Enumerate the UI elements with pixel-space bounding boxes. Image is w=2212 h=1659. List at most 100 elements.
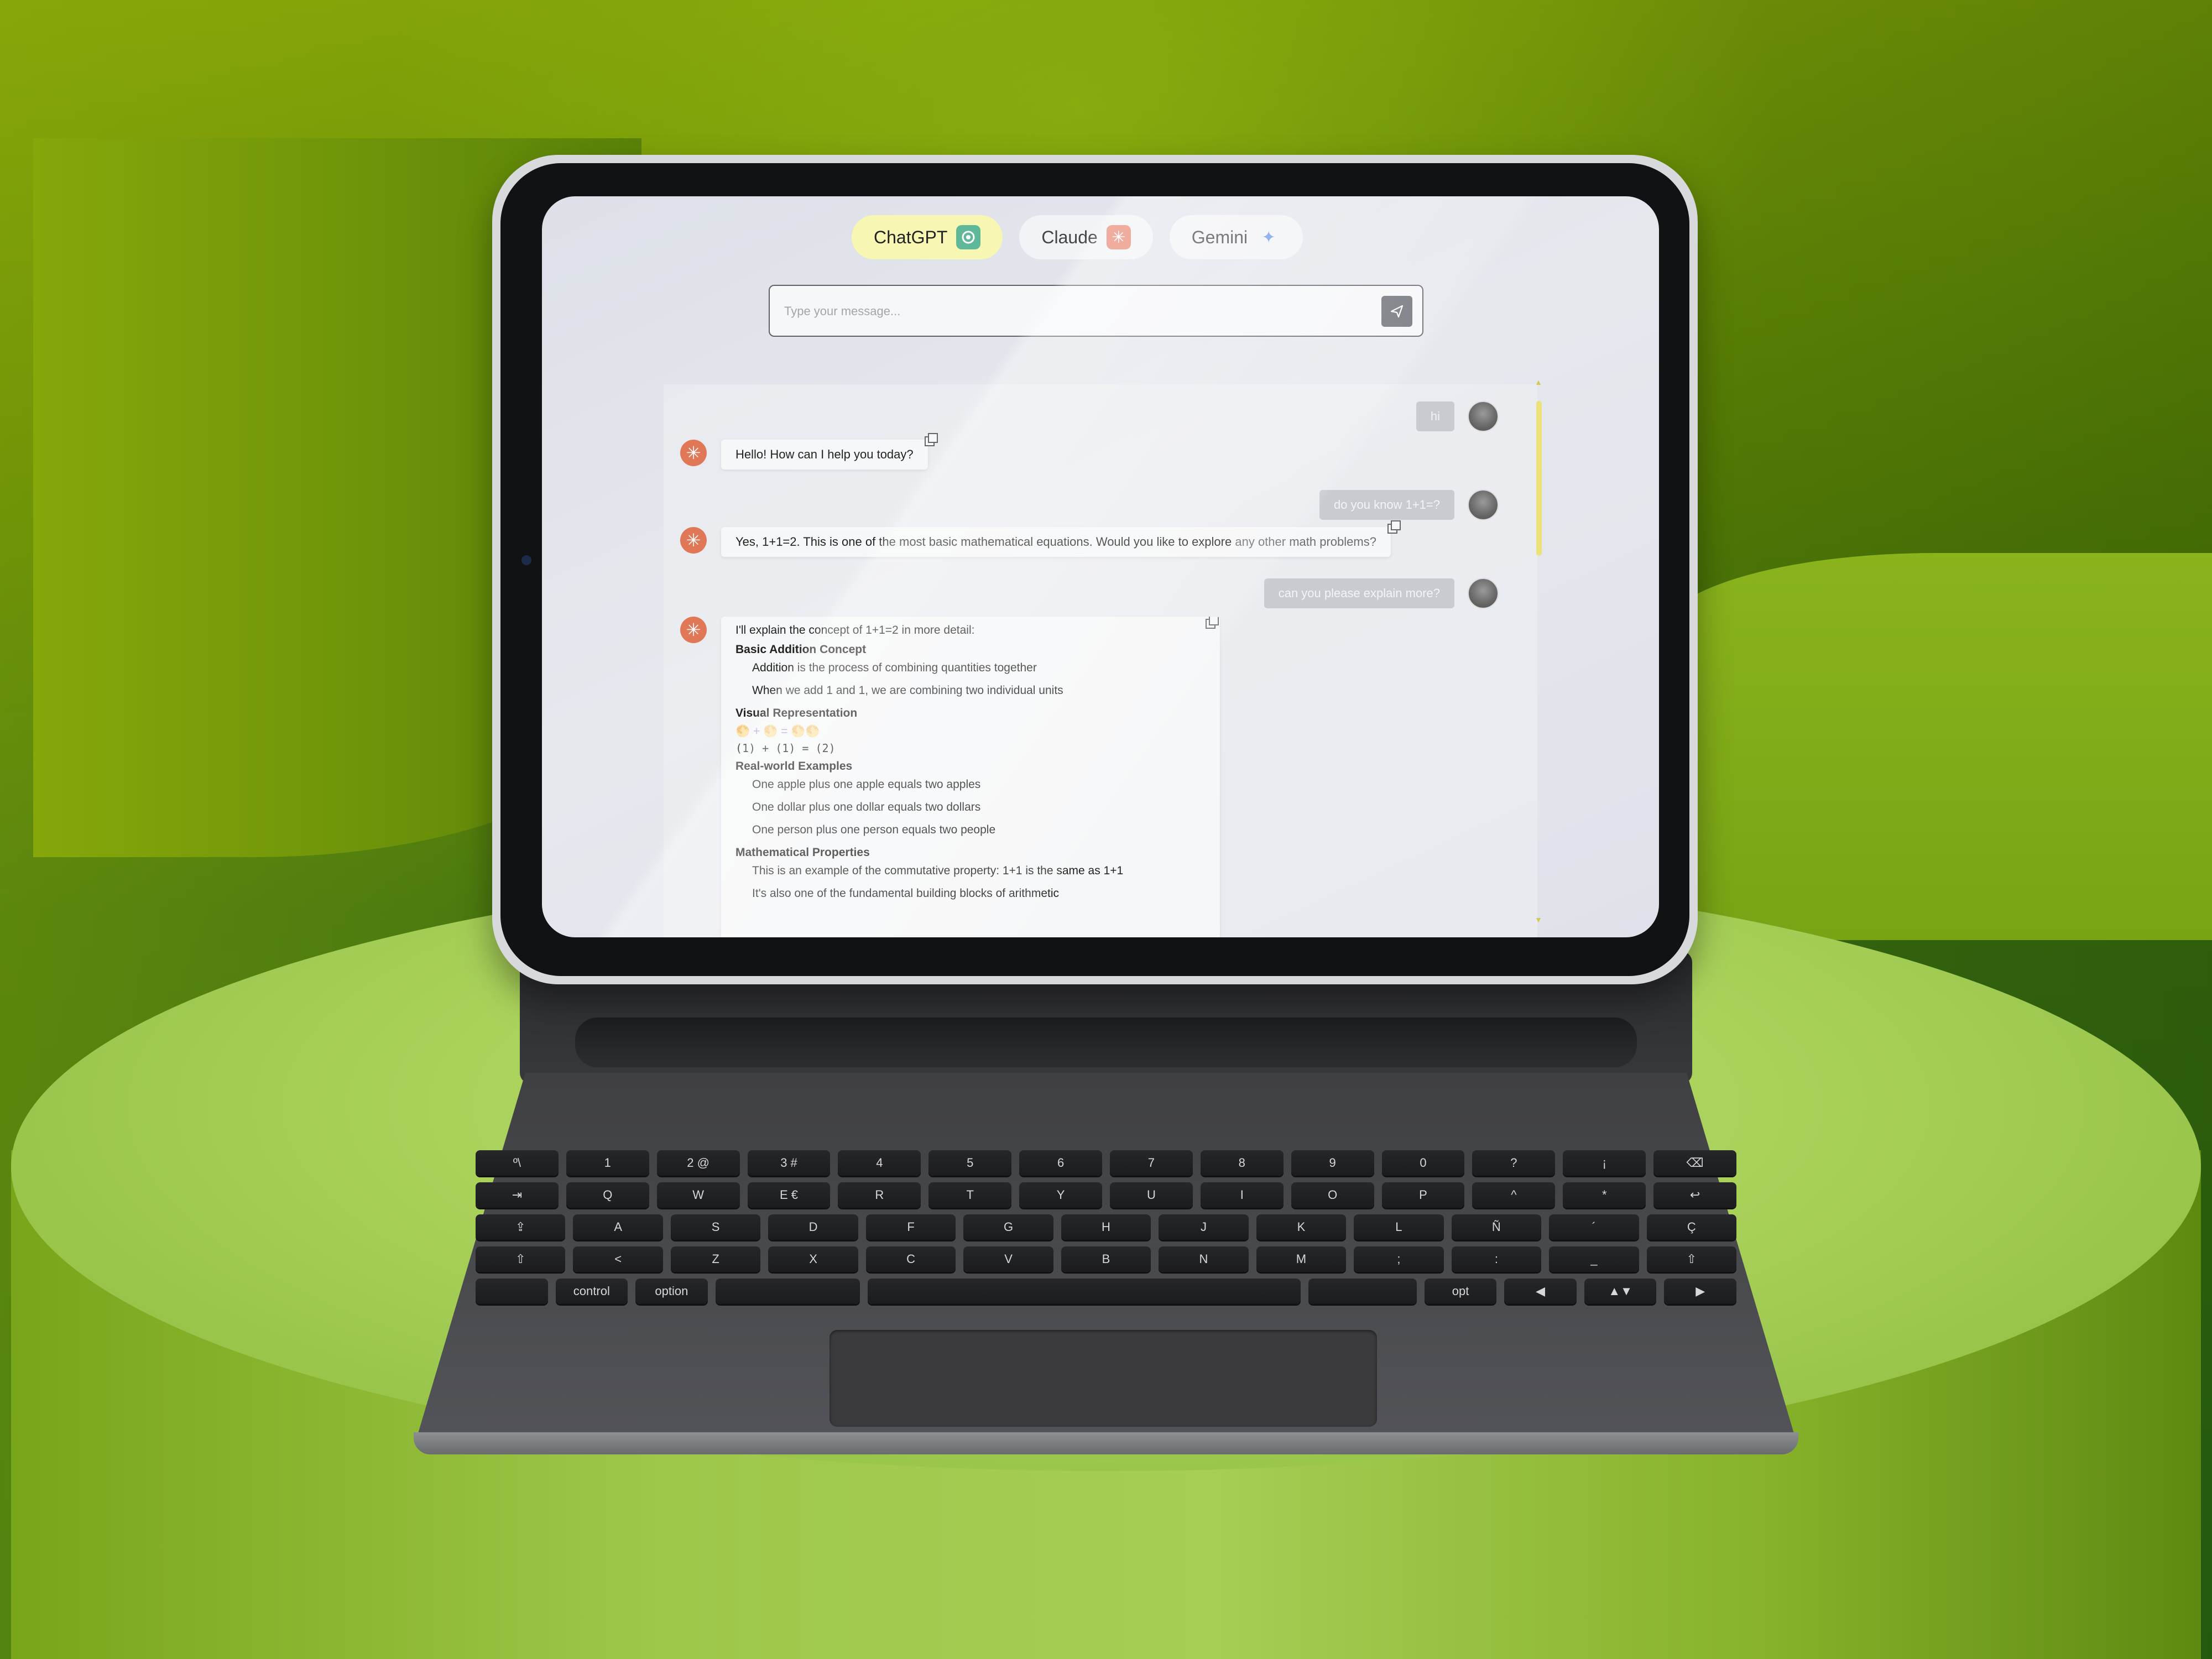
- key[interactable]: I: [1200, 1182, 1284, 1208]
- visual-symbols: 🌕 + 🌕 = 🌕🌕: [735, 725, 820, 738]
- key[interactable]: U: [1110, 1182, 1193, 1208]
- answer-intro: I'll explain the concept of 1+1=2 in mor…: [735, 624, 975, 637]
- claude-logo-icon: ✳: [1106, 225, 1131, 249]
- tab-label: ChatGPT: [874, 227, 948, 247]
- key-row-4: ⇧ < Z X C V B N M ; : _ ⇧: [475, 1246, 1737, 1272]
- key[interactable]: ¡: [1563, 1150, 1646, 1176]
- key[interactable]: E €: [747, 1182, 831, 1208]
- message-input-box: [769, 285, 1423, 337]
- key[interactable]: T: [928, 1182, 1012, 1208]
- key[interactable]: X: [768, 1246, 858, 1272]
- key[interactable]: Z: [670, 1246, 761, 1272]
- key[interactable]: 8: [1200, 1150, 1284, 1176]
- section-heading: Real-world Examples: [735, 760, 853, 773]
- key[interactable]: _: [1549, 1246, 1639, 1272]
- copy-icon[interactable]: [1206, 617, 1219, 629]
- trackpad[interactable]: [830, 1330, 1377, 1427]
- key[interactable]: P: [1381, 1182, 1465, 1208]
- key[interactable]: ´: [1549, 1214, 1639, 1240]
- key[interactable]: J: [1159, 1214, 1249, 1240]
- chat-area[interactable]: hi ✳ Hello! How can I help you today? do…: [664, 378, 1542, 937]
- key[interactable]: W: [656, 1182, 740, 1208]
- paragraph: One person plus one person equals two pe…: [752, 823, 996, 836]
- key[interactable]: H: [1061, 1214, 1151, 1240]
- key[interactable]: Ç: [1646, 1214, 1737, 1240]
- key[interactable]: 2 @: [656, 1150, 740, 1176]
- key[interactable]: G: [963, 1214, 1053, 1240]
- key[interactable]: K: [1256, 1214, 1347, 1240]
- key[interactable]: N: [1159, 1246, 1249, 1272]
- tab-chatgpt[interactable]: ChatGPT: [852, 215, 1003, 259]
- key[interactable]: Q: [566, 1182, 649, 1208]
- key[interactable]: [476, 1279, 548, 1304]
- user-avatar: [1468, 401, 1499, 432]
- key[interactable]: 1: [566, 1150, 649, 1176]
- user-avatar: [1468, 489, 1499, 520]
- scroll-down-icon[interactable]: ▼: [1535, 915, 1542, 924]
- key[interactable]: 0: [1381, 1150, 1465, 1176]
- key[interactable]: option: [635, 1279, 708, 1304]
- key-row-5: control option opt ◀ ▲▼ ▶: [476, 1279, 1736, 1304]
- section-heading: Visual Representation: [735, 707, 858, 719]
- key[interactable]: ▲▼: [1584, 1279, 1657, 1304]
- send-button[interactable]: [1381, 296, 1412, 327]
- tab-gemini[interactable]: Gemini ✦: [1169, 215, 1303, 259]
- scrollbar-thumb[interactable]: [1536, 401, 1542, 556]
- key[interactable]: ⌫: [1653, 1150, 1737, 1176]
- key[interactable]: <: [573, 1246, 663, 1272]
- key[interactable]: S: [670, 1214, 761, 1240]
- key[interactable]: ▶: [1664, 1279, 1736, 1304]
- key[interactable]: R: [838, 1182, 921, 1208]
- message-input[interactable]: [783, 286, 1371, 337]
- key[interactable]: 5: [928, 1150, 1012, 1176]
- key[interactable]: *: [1563, 1182, 1646, 1208]
- copy-icon[interactable]: [1387, 520, 1401, 534]
- key[interactable]: 9: [1291, 1150, 1374, 1176]
- key[interactable]: ↩: [1653, 1182, 1737, 1208]
- key[interactable]: ?: [1472, 1150, 1556, 1176]
- keyboard-edge: [414, 1432, 1798, 1454]
- key[interactable]: opt: [1424, 1279, 1497, 1304]
- background-ledge: [1659, 553, 2212, 940]
- camera-icon: [521, 555, 531, 565]
- spacebar[interactable]: [867, 1279, 1301, 1304]
- key[interactable]: M: [1256, 1246, 1347, 1272]
- key[interactable]: Y: [1019, 1182, 1102, 1208]
- user-message: can you please explain more?: [1264, 578, 1499, 609]
- key[interactable]: C: [865, 1246, 956, 1272]
- scrollbar[interactable]: ▲ ▼: [1535, 378, 1542, 926]
- key[interactable]: F: [865, 1214, 956, 1240]
- key[interactable]: control: [555, 1279, 628, 1304]
- key[interactable]: :: [1451, 1246, 1542, 1272]
- bot-bubble: Hello! How can I help you today?: [721, 433, 938, 469]
- key[interactable]: B: [1061, 1246, 1151, 1272]
- key[interactable]: ◀: [1504, 1279, 1577, 1304]
- key[interactable]: 7: [1110, 1150, 1193, 1176]
- key[interactable]: Ñ: [1451, 1214, 1542, 1240]
- key[interactable]: V: [963, 1246, 1053, 1272]
- copy-icon[interactable]: [924, 433, 938, 446]
- key[interactable]: ⇥: [475, 1182, 559, 1208]
- key[interactable]: 6: [1019, 1150, 1102, 1176]
- key[interactable]: ;: [1354, 1246, 1444, 1272]
- key[interactable]: 3 #: [747, 1150, 831, 1176]
- bot-message: ✳ Yes, 1+1=2. This is one of the most ba…: [680, 520, 1401, 557]
- key[interactable]: ⇪: [475, 1214, 566, 1240]
- key[interactable]: 4: [838, 1150, 921, 1176]
- tab-claude[interactable]: Claude ✳: [1019, 215, 1153, 259]
- key[interactable]: D: [768, 1214, 858, 1240]
- key[interactable]: [715, 1279, 860, 1304]
- section-heading: Basic Addition Concept: [735, 643, 867, 656]
- scroll-up-icon[interactable]: ▲: [1535, 378, 1542, 387]
- key[interactable]: º\: [475, 1150, 559, 1176]
- paragraph: It's also one of the fundamental buildin…: [752, 887, 1059, 900]
- key[interactable]: A: [573, 1214, 663, 1240]
- model-tabs: ChatGPT Claude ✳ Gemini ✦: [852, 215, 1303, 259]
- claude-logo-icon: ✳: [680, 617, 707, 643]
- key[interactable]: L: [1354, 1214, 1444, 1240]
- key[interactable]: ^: [1472, 1182, 1556, 1208]
- key[interactable]: [1308, 1279, 1417, 1304]
- key[interactable]: O: [1291, 1182, 1374, 1208]
- key[interactable]: ⇧: [475, 1246, 566, 1272]
- key[interactable]: ⇧: [1646, 1246, 1737, 1272]
